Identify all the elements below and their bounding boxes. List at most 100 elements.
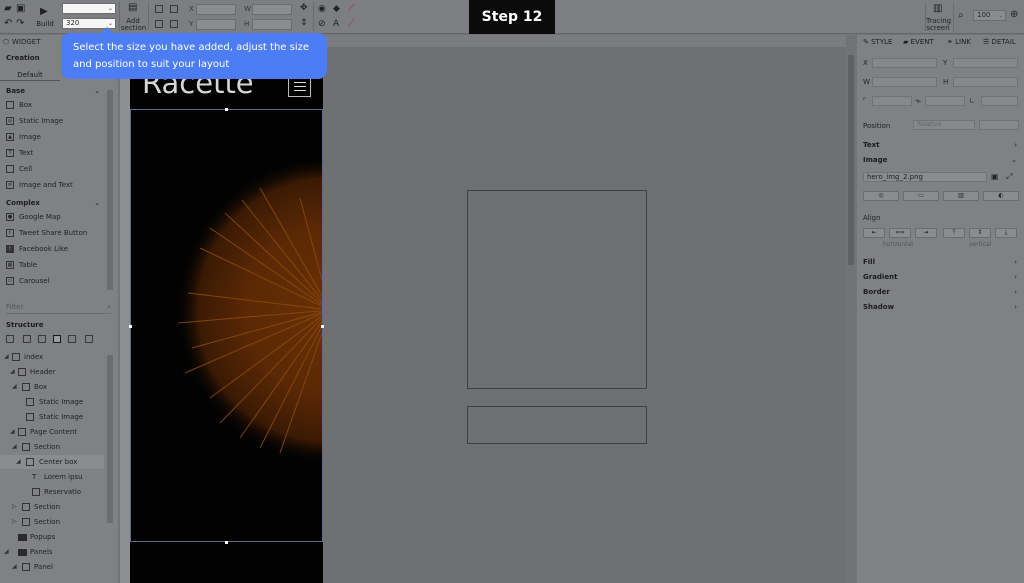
tab-detail[interactable]: ☰ DETAIL <box>983 35 1016 49</box>
no-style-icon[interactable]: ⟋ <box>348 4 355 14</box>
fullscreen-icon[interactable]: ⤢ <box>1006 172 1012 182</box>
gradient-section-header[interactable]: Gradient › <box>863 272 1019 282</box>
resize-handle[interactable] <box>225 108 228 111</box>
widget-image[interactable]: ▲ Image <box>6 132 106 142</box>
widget-carousel[interactable]: ▭ Carousel <box>6 276 106 286</box>
widget-facebook-like[interactable]: f Facebook Like <box>6 244 106 254</box>
tab-style[interactable]: ✎ STYLE <box>863 35 892 49</box>
header-icon[interactable] <box>38 335 46 343</box>
image-fit-button[interactable]: ◎ <box>863 191 899 201</box>
page-icon[interactable] <box>23 335 31 343</box>
h-field[interactable] <box>252 19 292 30</box>
tree-item[interactable]: T Lorem ipsu <box>0 472 110 482</box>
tracing-screen-label-2[interactable]: screen <box>926 24 950 32</box>
y-field[interactable] <box>196 19 236 30</box>
tab-event[interactable]: ▰ EVENT <box>903 35 934 49</box>
tree-item[interactable]: ◢ Panels <box>0 547 110 557</box>
angle-input[interactable] <box>981 96 1018 106</box>
structure-scrollbar[interactable] <box>107 355 113 523</box>
resize-icon[interactable]: ⇕ <box>300 18 308 28</box>
tree-item[interactable]: ◢ Box <box>0 382 110 392</box>
align-center-button[interactable]: ⟺ <box>889 228 911 238</box>
text-color-icon[interactable]: A <box>333 19 339 29</box>
tree-item[interactable]: ◢ Page Content <box>0 427 110 437</box>
box-icon[interactable] <box>155 5 163 13</box>
undo-icon[interactable]: ↶ <box>4 19 12 29</box>
h-input[interactable] <box>953 77 1018 87</box>
position-select[interactable]: Relative <box>913 120 975 130</box>
zoom-in-icon[interactable]: ⊕ <box>1010 10 1018 20</box>
align-top-button[interactable]: ⤒ <box>943 228 965 238</box>
zoom-icon[interactable]: ⌕ <box>958 11 964 21</box>
resize-handle[interactable] <box>129 325 132 328</box>
widget-tweet-share[interactable]: t Tweet Share Button <box>6 228 106 238</box>
open-folder-icon[interactable]: ▰ <box>4 4 12 14</box>
tree-item[interactable]: ◢ Panel <box>0 562 110 572</box>
zoom-select[interactable]: 100 ⌄ <box>973 10 1006 21</box>
filter-input[interactable]: Filter ⌕ <box>6 300 111 314</box>
widget-cell[interactable]: Cell <box>6 164 106 174</box>
x-input[interactable] <box>872 58 937 68</box>
tree-item[interactable]: ▷ Section <box>0 502 110 512</box>
redo-icon[interactable]: ↷ <box>16 19 24 29</box>
hide-icon[interactable]: ⊘ <box>318 19 326 29</box>
base-section-header[interactable]: Base ⌄ <box>0 86 118 96</box>
tree-tool-icon[interactable] <box>6 335 14 343</box>
tracing-screen-icon[interactable]: ▥ <box>933 4 942 14</box>
align-left-button[interactable]: ⇤ <box>863 228 885 238</box>
image-fill-button[interactable]: ▭ <box>903 191 939 201</box>
tab-link[interactable]: ⚭ LINK <box>947 35 971 49</box>
play-icon[interactable]: ▶ <box>40 7 48 17</box>
y-input[interactable] <box>953 58 1018 68</box>
x-field[interactable] <box>196 4 236 15</box>
footer-icon[interactable] <box>68 335 76 343</box>
image-icon[interactable] <box>170 5 178 13</box>
trash-icon[interactable] <box>85 335 93 343</box>
build-button-label[interactable]: Build <box>35 20 55 28</box>
browse-image-icon[interactable]: ▣ <box>991 172 999 182</box>
widget-table[interactable]: ▦ Table <box>6 260 106 270</box>
w-input[interactable] <box>872 77 937 87</box>
content-icon[interactable] <box>53 335 61 343</box>
tree-item[interactable]: Reservatio <box>0 487 110 497</box>
visibility-icon[interactable]: ◉ <box>318 4 326 14</box>
complex-section-header[interactable]: Complex ⌄ <box>0 198 118 208</box>
add-section-label-2[interactable]: section <box>121 24 146 32</box>
device-select[interactable]: ⌄ <box>62 3 116 14</box>
align-middle-button[interactable]: ⇕ <box>969 228 991 238</box>
tree-item[interactable]: ◢ Section <box>0 442 110 452</box>
resize-handle[interactable] <box>321 325 324 328</box>
hamburger-menu-icon[interactable] <box>288 76 311 97</box>
text-section-header[interactable]: Text › <box>863 140 1019 150</box>
tree-item[interactable]: ◢ index <box>0 352 110 362</box>
spacing-input[interactable] <box>925 96 965 106</box>
ungroup-icon[interactable] <box>170 20 178 28</box>
widget-scrollbar[interactable] <box>107 90 113 290</box>
fill-section-header[interactable]: Fill › <box>863 257 1019 267</box>
tree-item[interactable]: ◢ Header <box>0 367 110 377</box>
image-section-header[interactable]: Image ⌄ <box>863 155 1019 165</box>
widget-box[interactable]: Box <box>6 100 106 110</box>
tree-item[interactable]: Static Image <box>0 412 110 422</box>
selected-center-box[interactable] <box>130 109 323 542</box>
w-field[interactable] <box>252 4 292 15</box>
tree-item[interactable]: ▷ Section <box>0 517 110 527</box>
margin-input[interactable] <box>872 96 912 106</box>
image-tile-button[interactable]: ◐ <box>983 191 1019 201</box>
tree-item[interactable]: Static Image <box>0 397 110 407</box>
border-section-header[interactable]: Border › <box>863 287 1019 297</box>
widget-static-image[interactable]: ◎ Static Image <box>6 116 106 126</box>
resize-handle[interactable] <box>225 541 228 544</box>
image-stretch-button[interactable]: ▥ <box>943 191 979 201</box>
no-color-icon[interactable]: ⟋ <box>348 19 355 29</box>
align-right-button[interactable]: ⇥ <box>915 228 937 238</box>
save-icon[interactable]: ▣ <box>16 4 25 14</box>
add-section-icon[interactable]: ▤ <box>128 3 137 13</box>
tree-item[interactable]: Popups <box>0 532 110 542</box>
widget-google-map[interactable]: ● Google Map <box>6 212 106 222</box>
shadow-section-header[interactable]: Shadow › <box>863 302 1019 312</box>
fill-bucket-icon[interactable]: ◆ <box>333 4 340 14</box>
image-file-select[interactable]: hero_img_2.png <box>863 172 987 182</box>
group-icon[interactable] <box>155 20 163 28</box>
canvas-scrollbar-thumb[interactable] <box>848 55 854 265</box>
